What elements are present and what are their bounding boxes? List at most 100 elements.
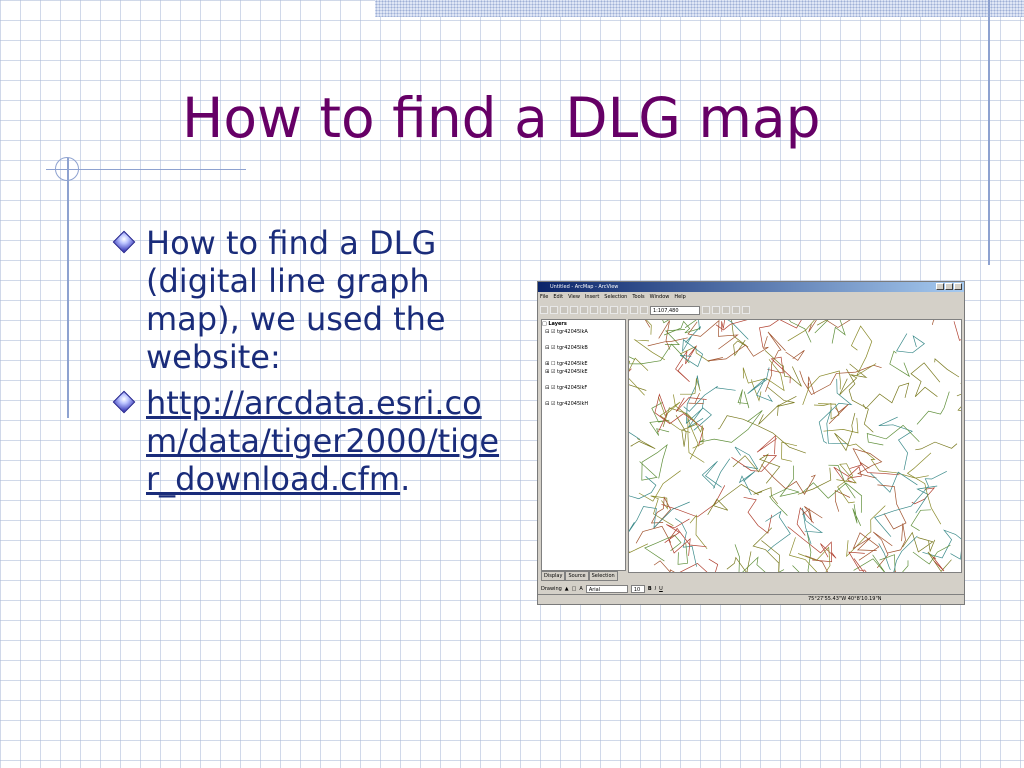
road-line [677, 543, 688, 565]
scale-box: 1:107,480 [650, 305, 700, 315]
road-line [707, 483, 759, 515]
pointer-icon: ▲ [564, 586, 569, 592]
tab-source: Source [565, 571, 589, 581]
tiger-download-link[interactable]: http://arcdata.esri.com/data/tiger2000/t… [146, 384, 499, 498]
road-line [635, 525, 672, 544]
drawing-label: Drawing [541, 586, 562, 592]
bold-icon: B [647, 586, 652, 592]
road-line [732, 453, 781, 484]
font-select: Arial [585, 585, 628, 593]
road-line [758, 404, 779, 425]
diamond-bullet-icon [112, 230, 136, 254]
road-line [934, 358, 960, 378]
road-line [767, 356, 791, 384]
road-line [956, 382, 961, 412]
road-line [788, 320, 812, 343]
window-controls [936, 283, 962, 290]
underline-icon: U [659, 586, 663, 592]
road-line [629, 501, 690, 533]
road-line [799, 364, 882, 395]
road-line [833, 466, 862, 484]
road-line [878, 416, 914, 471]
road-line [862, 382, 910, 410]
road-line [853, 558, 897, 572]
window-icon [732, 306, 740, 314]
menu-selection: Selection [604, 294, 628, 300]
toc-layer: ⊟ ☑ tgr42045lkF [542, 385, 588, 391]
menu-window: Window [649, 294, 670, 300]
toolbar: 1:107,480 [540, 304, 962, 316]
road-line [916, 391, 950, 425]
road-line [680, 378, 701, 395]
road-line [932, 556, 945, 572]
menu-help: Help [674, 294, 686, 300]
right-decorative-line [988, 0, 990, 265]
road-line [915, 441, 958, 451]
menu-view: View [568, 294, 580, 300]
toc-root: □ Layers [542, 321, 567, 327]
road-line [839, 363, 868, 396]
road-line [639, 444, 668, 481]
road-line [662, 320, 697, 329]
map-view [628, 319, 962, 573]
drawing-toolbar: Drawing ▲ □ A Arial 10 B I U [541, 584, 961, 594]
cut-icon [580, 306, 588, 314]
road-line [629, 431, 641, 440]
road-line [743, 496, 773, 534]
road-line [649, 401, 670, 436]
road-network-map [629, 320, 961, 572]
catalog-icon [712, 306, 720, 314]
text-icon: A [579, 586, 583, 592]
font-size-select: 10 [630, 585, 645, 593]
road-line [879, 554, 909, 572]
road-line [734, 446, 759, 470]
road-line [797, 467, 832, 495]
road-line [650, 495, 674, 527]
road-line [910, 362, 941, 397]
redo-icon [630, 306, 638, 314]
road-line [715, 320, 748, 331]
minimize-icon [936, 283, 944, 290]
toc-layer: ⊞ ☑ tgr42045lkE [542, 369, 588, 375]
road-line [698, 410, 763, 443]
road-line [742, 359, 785, 392]
slide-title: How to find a DLG map [182, 86, 821, 150]
road-line [753, 487, 778, 505]
road-line [707, 336, 769, 362]
toc-layer: ⊟ ☑ tgr42045lkB [542, 345, 588, 351]
toc-layer: ⊞ ☐ tgr42045lkE [542, 361, 588, 367]
bullet-text: How to find a DLG (digital line graph ma… [146, 224, 446, 376]
rectangle-icon: □ [571, 586, 577, 592]
road-line [765, 510, 791, 552]
status-bar: 75°27'55.43"W 40°8'10.19"N [538, 594, 964, 604]
italic-icon: I [654, 586, 657, 592]
bullet-item: How to find a DLG (digital line graph ma… [110, 224, 510, 376]
road-line [737, 389, 750, 409]
road-line [931, 320, 935, 325]
road-line [679, 336, 704, 368]
road-line [661, 485, 726, 518]
copy-icon [590, 306, 598, 314]
road-line [785, 350, 805, 361]
road-line [874, 470, 947, 537]
road-line [683, 386, 736, 412]
toc-tabs: Display Source Selection [541, 571, 618, 581]
open-icon [550, 306, 558, 314]
road-line [889, 350, 911, 378]
menu-edit: Edit [553, 294, 564, 300]
new-icon [540, 306, 548, 314]
road-line [644, 534, 682, 562]
menu-insert: Insert [584, 294, 600, 300]
bullet-list: How to find a DLG (digital line graph ma… [110, 224, 510, 506]
road-line [662, 407, 698, 447]
window-title: Untitled - ArcMap - ArcView [538, 282, 964, 292]
road-line [653, 560, 675, 572]
road-line [679, 558, 719, 572]
road-line [701, 458, 731, 489]
diamond-bullet-icon [112, 390, 136, 414]
menu-tools: Tools [632, 294, 645, 300]
road-line [902, 531, 936, 553]
road-line [813, 403, 840, 420]
print-icon [570, 306, 578, 314]
road-line [866, 424, 920, 446]
